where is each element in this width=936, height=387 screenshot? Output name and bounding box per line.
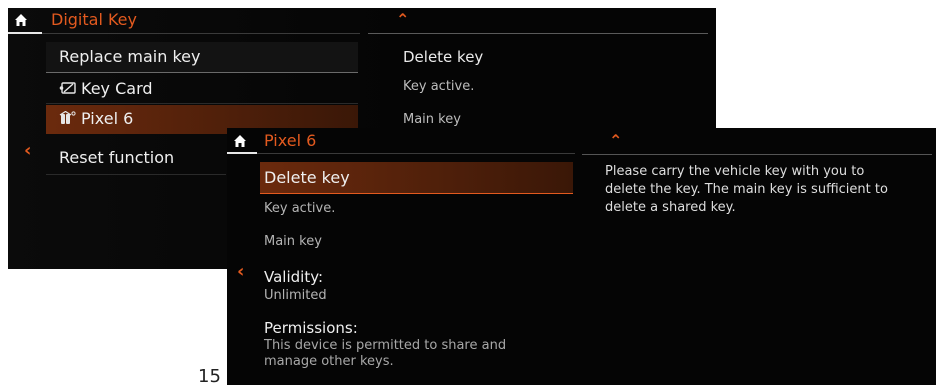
header-divider — [42, 33, 360, 34]
menu-item-label: Pixel 6 — [81, 109, 134, 128]
right-panel-title: Delete key — [403, 48, 484, 66]
chevron-up-icon[interactable]: ⌃ — [609, 133, 622, 149]
key-status: Key active. — [264, 201, 336, 216]
validity-value: Unlimited — [264, 288, 327, 303]
delete-key-description: Please carry the vehicle key with you to… — [605, 163, 888, 217]
chevron-left-icon[interactable]: ‹ — [24, 140, 31, 161]
home-icon[interactable] — [14, 13, 30, 27]
right-panel-role: Main key — [403, 112, 461, 127]
menu-item-label: Replace main key — [59, 47, 201, 66]
menu-divider — [46, 174, 226, 175]
menu-item-key-card[interactable]: Key Card — [59, 79, 153, 99]
home-icon[interactable] — [233, 134, 249, 148]
permissions-description-line-2: manage other keys. — [264, 354, 394, 369]
front-screen-pixel-6: Pixel 6 ⌃ Delete key Key active. Main ke… — [227, 128, 936, 385]
key-role: Main key — [264, 234, 322, 249]
right-header-divider — [582, 154, 932, 155]
home-tab-underline — [227, 152, 257, 154]
home-tab-underline — [8, 32, 42, 34]
key-card-icon — [59, 80, 81, 99]
menu-item-delete-key[interactable]: Delete key — [264, 168, 350, 187]
page-number: 15 — [198, 366, 221, 387]
header-divider — [257, 153, 575, 154]
description-line: Please carry the vehicle key with you to — [605, 164, 865, 179]
chevron-up-icon[interactable]: ⌃ — [396, 12, 409, 28]
menu-divider — [46, 103, 358, 104]
chevron-left-icon[interactable]: ‹ — [237, 261, 244, 282]
menu-item-label: Key Card — [81, 79, 153, 98]
right-header-divider — [368, 33, 708, 34]
permissions-label: Permissions: — [264, 319, 358, 337]
validity-label: Validity: — [264, 268, 324, 286]
phone-key-icon — [59, 110, 81, 129]
description-line: delete the key. The main key is sufficie… — [605, 182, 888, 197]
permissions-description-line-1: This device is permitted to share and — [264, 338, 507, 353]
right-panel-status: Key active. — [403, 79, 475, 94]
header-title: Digital Key — [51, 10, 137, 29]
description-line: delete a shared key. — [605, 200, 736, 215]
header-title: Pixel 6 — [264, 131, 317, 150]
menu-item-pixel-6[interactable]: Pixel 6 — [59, 109, 133, 129]
menu-item-reset-function[interactable]: Reset function — [59, 148, 174, 167]
